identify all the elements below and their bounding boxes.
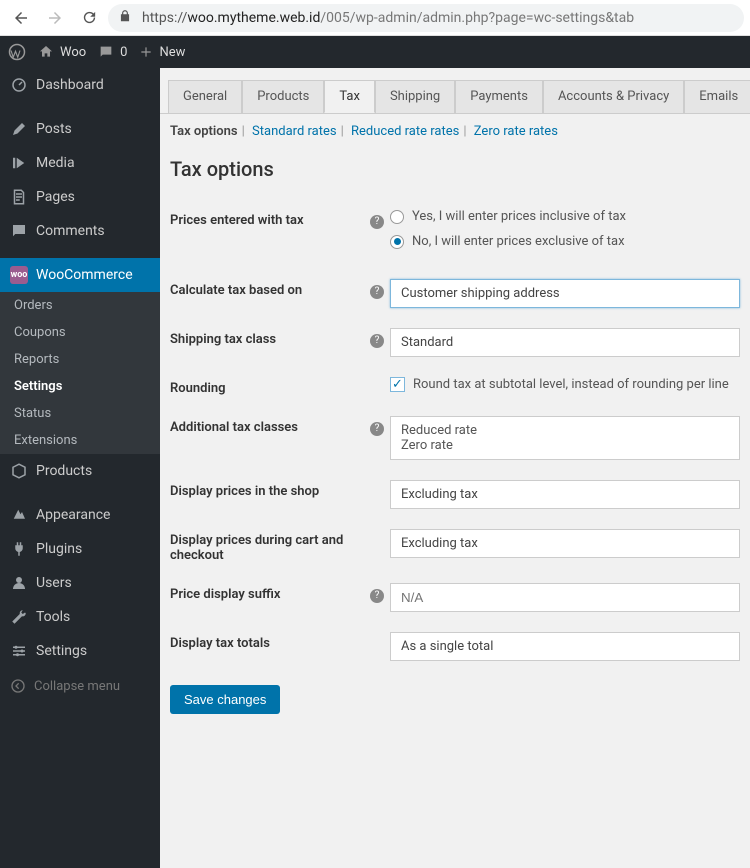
checkbox-rounding[interactable]: Round tax at subtotal level, instead of … — [390, 377, 740, 392]
sidebar-item-media[interactable]: Media — [0, 146, 160, 180]
radio-exclusive[interactable]: No, I will enter prices exclusive of tax — [390, 234, 740, 249]
submenu-extensions[interactable]: Extensions — [0, 427, 160, 454]
label-calc-based: Calculate tax based on — [170, 279, 370, 298]
forward-button[interactable] — [40, 3, 70, 33]
input-price-suffix[interactable] — [390, 583, 740, 612]
radio-icon — [390, 210, 404, 224]
tab-shipping[interactable]: Shipping — [375, 80, 455, 113]
subtab-tax-options[interactable]: Tax options — [170, 124, 238, 139]
content-area: General Products Tax Shipping Payments A… — [160, 68, 750, 868]
site-name: Woo — [60, 45, 86, 60]
label-display-shop: Display prices in the shop — [170, 480, 370, 499]
help-icon[interactable]: ? — [370, 334, 384, 348]
new-label: New — [159, 45, 185, 60]
sidebar-item-appearance[interactable]: Appearance — [0, 498, 160, 532]
menu-label: Settings — [36, 643, 87, 659]
tab-general[interactable]: General — [168, 80, 242, 113]
sidebar-item-plugins[interactable]: Plugins — [0, 532, 160, 566]
save-button[interactable]: Save changes — [170, 685, 280, 714]
select-calc-based[interactable]: Customer shipping address — [390, 279, 740, 308]
submenu-settings[interactable]: Settings — [0, 373, 160, 400]
submenu-reports[interactable]: Reports — [0, 346, 160, 373]
submenu-status[interactable]: Status — [0, 400, 160, 427]
new-link[interactable]: New — [139, 45, 185, 60]
browser-toolbar: https://woo.mytheme.web.id/005/wp-admin/… — [0, 0, 750, 36]
menu-label: Posts — [36, 121, 72, 137]
collapse-menu[interactable]: Collapse menu — [0, 668, 160, 704]
label-display-cart: Display prices during cart and checkout — [170, 529, 370, 563]
help-icon[interactable]: ? — [370, 285, 384, 299]
label-price-suffix: Price display suffix — [170, 583, 370, 602]
menu-label: Users — [36, 575, 72, 591]
sidebar-item-users[interactable]: Users — [0, 566, 160, 600]
subtab-zero-rates[interactable]: Zero rate rates — [474, 124, 558, 139]
comments-link[interactable]: 0 — [98, 44, 127, 60]
menu-label: Appearance — [36, 507, 110, 523]
subtab-reduced-rates[interactable]: Reduced rate rates — [351, 124, 459, 139]
sidebar-item-products[interactable]: Products — [0, 454, 160, 488]
woocommerce-submenu: Orders Coupons Reports Settings Status E… — [0, 292, 160, 454]
select-display-cart[interactable]: Excluding tax — [390, 529, 740, 558]
menu-label: WooCommerce — [36, 267, 133, 283]
sidebar-item-posts[interactable]: Posts — [0, 112, 160, 146]
wp-admin-bar: Woo 0 New — [0, 36, 750, 68]
tab-tax[interactable]: Tax — [324, 80, 375, 113]
sidebar-item-woocommerce[interactable]: woo WooCommerce — [0, 258, 160, 292]
sidebar-item-settings[interactable]: Settings — [0, 634, 160, 668]
select-display-totals[interactable]: As a single total — [390, 632, 740, 661]
menu-label: Media — [36, 155, 75, 171]
admin-sidebar: Dashboard Posts Media Pages Comments woo… — [0, 68, 160, 868]
menu-label: Tools — [36, 609, 70, 625]
checkbox-label: Round tax at subtotal level, instead of … — [413, 377, 729, 392]
subtab-standard-rates[interactable]: Standard rates — [252, 124, 337, 139]
wp-logo-icon[interactable] — [8, 43, 26, 61]
select-display-shop[interactable]: Excluding tax — [390, 480, 740, 509]
help-icon[interactable]: ? — [370, 422, 384, 436]
label-rounding: Rounding — [170, 377, 370, 396]
label-ship-class: Shipping tax class — [170, 328, 370, 347]
checkbox-icon — [390, 377, 405, 392]
tab-payments[interactable]: Payments — [455, 80, 543, 113]
section-title: Tax options — [170, 157, 740, 181]
back-button[interactable] — [6, 3, 36, 33]
submenu-coupons[interactable]: Coupons — [0, 319, 160, 346]
lock-icon — [118, 9, 132, 27]
tab-accounts[interactable]: Accounts & Privacy — [543, 80, 684, 113]
sidebar-item-tools[interactable]: Tools — [0, 600, 160, 634]
comments-count: 0 — [120, 45, 127, 60]
help-icon[interactable]: ? — [370, 589, 384, 603]
radio-inclusive[interactable]: Yes, I will enter prices inclusive of ta… — [390, 209, 740, 224]
settings-form: Tax options Prices entered with tax ? Ye… — [160, 143, 750, 734]
radio-label: Yes, I will enter prices inclusive of ta… — [412, 209, 626, 224]
address-bar[interactable]: https://woo.mytheme.web.id/005/wp-admin/… — [108, 4, 744, 32]
label-prices-entered: Prices entered with tax — [170, 209, 370, 228]
sidebar-item-pages[interactable]: Pages — [0, 180, 160, 214]
sidebar-item-comments[interactable]: Comments — [0, 214, 160, 248]
site-link[interactable]: Woo — [38, 44, 86, 60]
radio-icon — [390, 235, 404, 249]
textarea-addl-classes[interactable]: Reduced rate Zero rate — [390, 416, 740, 460]
settings-tabs: General Products Tax Shipping Payments A… — [160, 68, 750, 113]
collapse-label: Collapse menu — [34, 679, 120, 694]
select-ship-class[interactable]: Standard — [390, 328, 740, 357]
url-text: https://woo.mytheme.web.id/005/wp-admin/… — [142, 10, 634, 26]
woocommerce-icon: woo — [10, 266, 28, 284]
menu-label: Pages — [36, 189, 75, 205]
help-icon[interactable]: ? — [370, 215, 384, 229]
tab-emails[interactable]: Emails — [684, 80, 750, 113]
label-addl-classes: Additional tax classes — [170, 416, 370, 435]
menu-label: Products — [36, 463, 92, 479]
sidebar-item-dashboard[interactable]: Dashboard — [0, 68, 160, 102]
reload-button[interactable] — [74, 3, 104, 33]
radio-label: No, I will enter prices exclusive of tax — [412, 234, 625, 249]
menu-label: Comments — [36, 223, 105, 239]
tab-products[interactable]: Products — [242, 80, 324, 113]
menu-label: Dashboard — [36, 77, 104, 93]
label-display-totals: Display tax totals — [170, 632, 370, 651]
tax-subtabs: Tax options| Standard rates| Reduced rat… — [160, 113, 750, 143]
submenu-orders[interactable]: Orders — [0, 292, 160, 319]
menu-label: Plugins — [36, 541, 82, 557]
